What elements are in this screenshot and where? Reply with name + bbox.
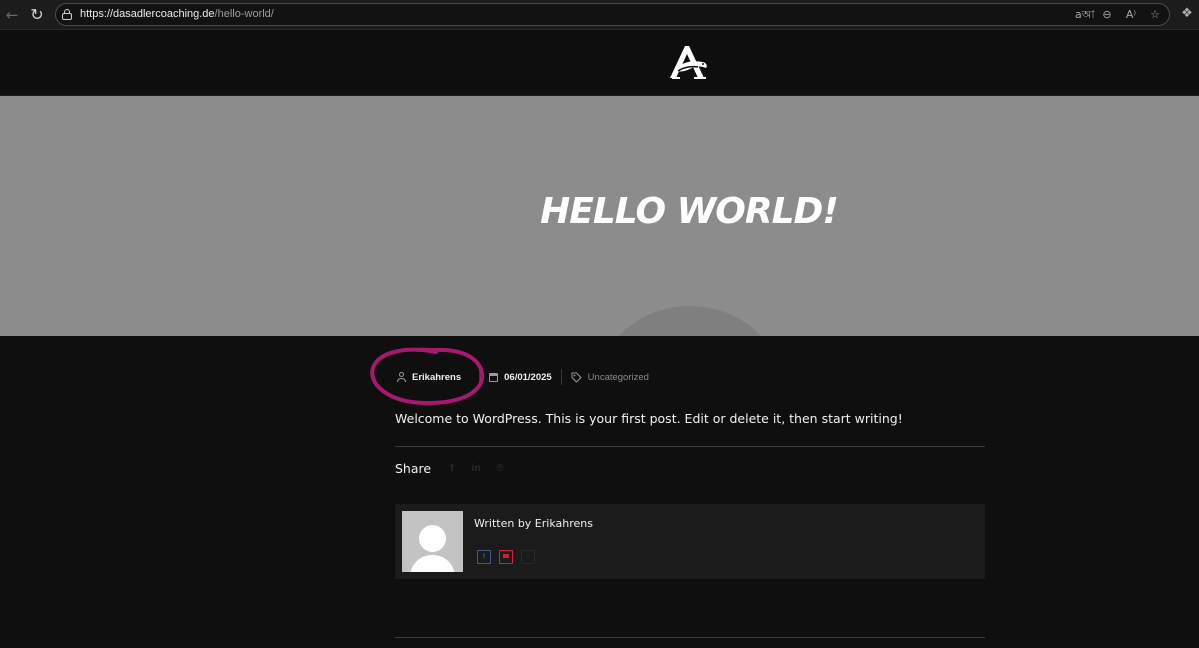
extensions-icon[interactable]: ❖ (1179, 6, 1195, 22)
author-box: Written by Erikahrens f × (395, 504, 985, 579)
address-bar-tools: aআ ⊖ A⁾ ☆ (1075, 7, 1163, 23)
site-logo[interactable] (668, 44, 710, 82)
user-icon (397, 372, 406, 382)
x-icon[interactable]: × (521, 550, 535, 564)
post-title: HELLO WORLD! (540, 191, 839, 232)
bottom-divider (395, 637, 985, 638)
post-date: 06/01/2025 (504, 371, 552, 383)
eagle-a-logo-icon (670, 46, 707, 79)
meta-date: 06/01/2025 (489, 368, 552, 386)
hero-decorative-circle (590, 306, 790, 336)
meta-category[interactable]: Uncategorized (571, 368, 649, 386)
author-link[interactable]: Erikahrens (412, 372, 461, 383)
calendar-icon (489, 372, 499, 382)
author-social-links: f × (477, 550, 535, 564)
site-header (0, 30, 1199, 96)
meta-separator (560, 369, 562, 385)
email-icon[interactable] (499, 550, 513, 564)
meta-author[interactable]: Erikahrens (397, 368, 461, 386)
linkedin-icon[interactable]: in (469, 463, 483, 474)
zoom-out-icon[interactable]: ⊖ (1099, 7, 1115, 23)
pinterest-icon[interactable]: ℗ (493, 463, 507, 474)
url-path: /hello-world/ (214, 8, 274, 20)
read-aloud-icon[interactable]: A⁾ (1123, 7, 1139, 23)
post-content: Welcome to WordPress. This is your first… (395, 411, 903, 426)
share-label: Share (395, 461, 432, 476)
avatar (402, 511, 463, 572)
author-written-by: Written by Erikahrens (474, 517, 593, 530)
facebook-icon[interactable]: f (445, 463, 459, 474)
facebook-icon[interactable]: f (477, 550, 491, 564)
url-host: https://dasadlercoaching.de (80, 8, 215, 20)
url-text[interactable]: https://dasadlercoaching.de/hello-world/ (80, 8, 274, 20)
lock-icon[interactable] (62, 9, 72, 20)
category-link[interactable]: Uncategorized (588, 372, 649, 383)
share-bar: Share f in ℗ (395, 461, 517, 476)
meta-separator (479, 369, 481, 385)
address-bar[interactable]: https://dasadlercoaching.de/hello-world/… (55, 3, 1170, 26)
post-meta: Erikahrens 06/01/2025 Uncategorized (395, 368, 649, 386)
reload-icon[interactable]: ↻ (27, 5, 47, 25)
hero-banner: HELLO WORLD! (0, 96, 1199, 336)
back-arrow-icon[interactable]: ← (2, 5, 22, 25)
favorite-star-icon[interactable]: ☆ (1147, 7, 1163, 23)
browser-toolbar: ← ↻ https://dasadlercoaching.de/hello-wo… (0, 0, 1199, 30)
content-divider (395, 446, 985, 447)
translate-icon[interactable]: aআ (1075, 7, 1095, 23)
tag-icon (571, 372, 582, 383)
